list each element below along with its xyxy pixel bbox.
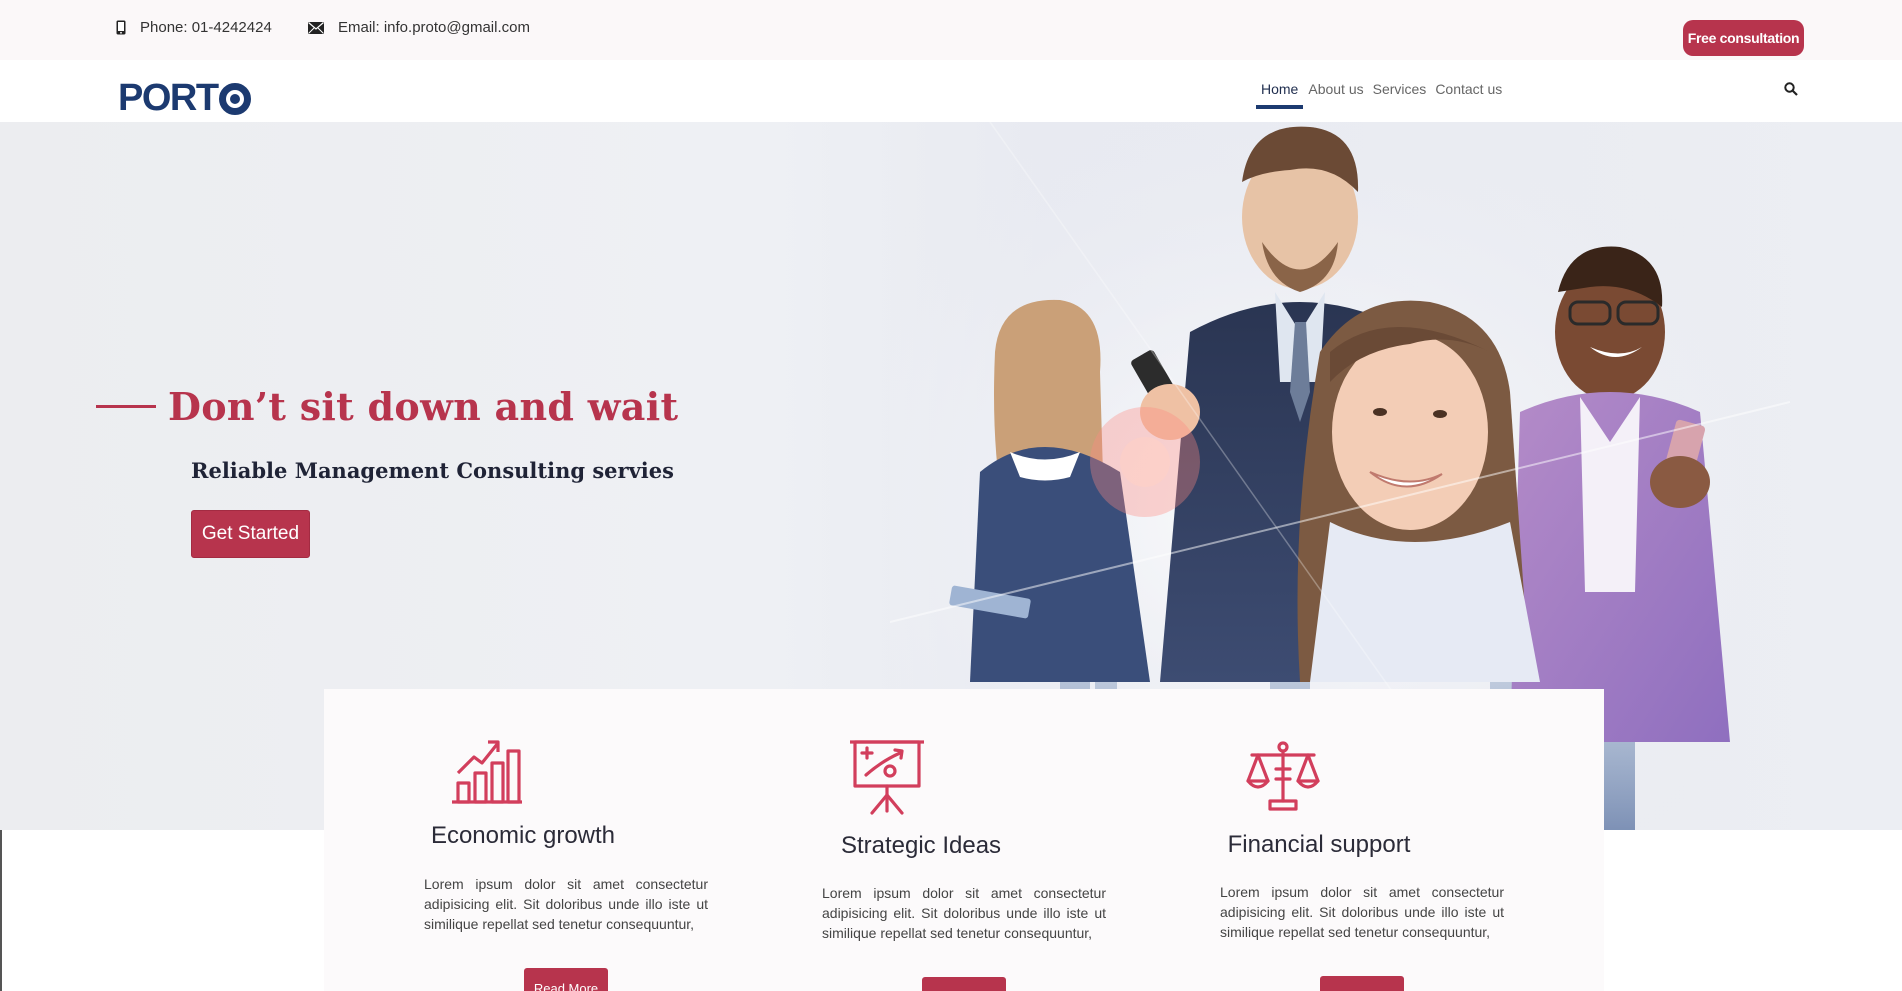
- mobile-phone-icon: [116, 20, 126, 35]
- logo-o-mark: [218, 82, 251, 115]
- nav-item-about[interactable]: About us: [1304, 60, 1367, 109]
- card-title: Financial support: [1227, 831, 1411, 858]
- search-icon[interactable]: [1784, 82, 1798, 96]
- nav-item-services[interactable]: Services: [1369, 60, 1431, 109]
- email-contact: Email: info.proto@gmail.com: [308, 19, 530, 36]
- service-card-financial-support: Financial support Lorem ipsum dolor sit …: [1120, 689, 1518, 991]
- phone-text: Phone: 01-4242424: [140, 19, 272, 36]
- hero-tagline-row: Don’t sit down and wait: [96, 384, 678, 429]
- card-text: Lorem ipsum dolor sit amet consectetur a…: [424, 876, 708, 932]
- hero-subtitle: Reliable Management Consulting servies: [191, 458, 674, 483]
- get-started-button[interactable]: Get Started: [191, 510, 310, 558]
- read-more-button[interactable]: [922, 977, 1006, 991]
- card-title: Economic growth: [430, 822, 616, 849]
- services-cards: Economic growth Lorem ipsum dolor sit am…: [324, 689, 1604, 991]
- card-text: Lorem ipsum dolor sit amet consectetur a…: [822, 885, 1106, 941]
- service-card-strategic-ideas: Strategic Ideas Lorem ipsum dolor sit am…: [722, 689, 1120, 991]
- envelope-icon: [308, 21, 324, 34]
- presentation-board-icon: [850, 740, 924, 815]
- card-title: Strategic Ideas: [840, 832, 1002, 859]
- email-text: Email: info.proto@gmail.com: [338, 19, 530, 36]
- tagline-accent-line: [96, 405, 156, 408]
- top-contact-bar: Phone: 01-4242424 Email: info.proto@gmai…: [0, 0, 1902, 60]
- nav-menu: Home About us Services Contact us: [1256, 60, 1507, 122]
- card-text: Lorem ipsum dolor sit amet consectetur a…: [1220, 884, 1504, 940]
- service-card-economic-growth: Economic growth Lorem ipsum dolor sit am…: [324, 689, 722, 991]
- nav-item-contact[interactable]: Contact us: [1431, 60, 1506, 109]
- phone-contact: Phone: 01-4242424: [116, 19, 272, 36]
- growth-chart-icon: [452, 740, 522, 804]
- nav-item-home[interactable]: Home: [1256, 60, 1304, 109]
- porto-logo[interactable]: PORT: [118, 77, 251, 120]
- main-navbar: PORT Home About us Services Contact us: [0, 60, 1902, 122]
- read-more-button[interactable]: Read More: [524, 968, 608, 991]
- read-more-button[interactable]: [1320, 976, 1404, 991]
- hero-tagline: Don’t sit down and wait: [168, 384, 679, 429]
- logo-text: PORT: [118, 77, 219, 119]
- balance-scale-icon: [1246, 741, 1320, 811]
- free-consultation-button[interactable]: Free consultation: [1683, 20, 1804, 56]
